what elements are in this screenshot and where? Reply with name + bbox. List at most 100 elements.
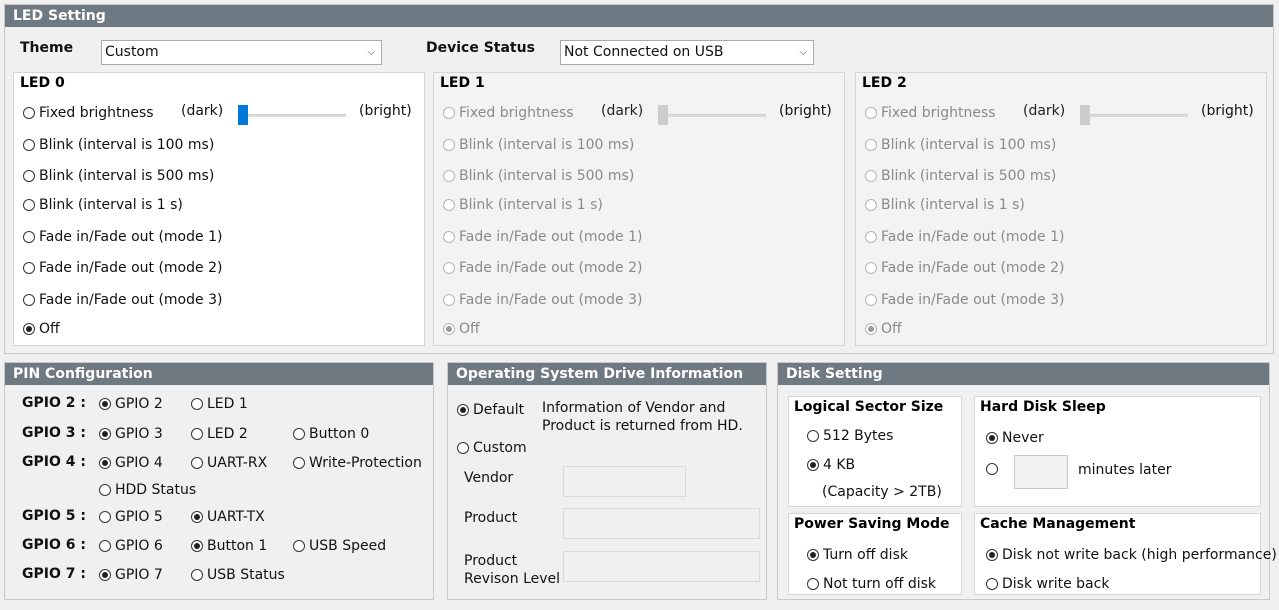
led-0-option-radio[interactable]: Fixed brightness bbox=[23, 105, 154, 121]
gpio-option-radio[interactable]: GPIO 7 bbox=[99, 567, 163, 583]
capacity-note: (Capacity > 2TB) bbox=[822, 484, 942, 500]
device-status-select-value: Not Connected on USB bbox=[564, 44, 724, 60]
radio-indicator bbox=[865, 199, 877, 211]
turn-off-disk-radio[interactable]: Turn off disk bbox=[807, 547, 908, 563]
gpio-option-radio[interactable]: GPIO 5 bbox=[99, 509, 163, 525]
led-option-label: Fade in/Fade out (mode 1) bbox=[459, 229, 643, 245]
radio-indicator bbox=[807, 459, 819, 471]
radio-indicator bbox=[457, 404, 469, 416]
led-1-option-radio: Fade in/Fade out (mode 2) bbox=[443, 260, 642, 276]
os-drive-panel: Operating System Drive Information Defau… bbox=[447, 362, 767, 600]
led-0-option-radio[interactable]: Fade in/Fade out (mode 3) bbox=[23, 292, 222, 308]
gpio-option-label: LED 2 bbox=[207, 426, 248, 442]
default-radio[interactable]: Default bbox=[457, 402, 524, 418]
radio-indicator bbox=[99, 511, 111, 523]
vendor-input[interactable] bbox=[563, 466, 686, 497]
sleep-minutes-input[interactable] bbox=[1014, 455, 1068, 489]
led-option-label: Blink (interval is 100 ms) bbox=[881, 137, 1057, 153]
led-setting-title: LED Setting bbox=[5, 5, 1273, 27]
device-status-label: Device Status bbox=[426, 40, 535, 56]
led-option-label: Blink (interval is 100 ms) bbox=[39, 137, 215, 153]
gpio-option-label: GPIO 2 bbox=[115, 396, 163, 412]
led-0-option-radio[interactable]: Blink (interval is 100 ms) bbox=[23, 137, 214, 153]
led-1-option-radio: Fixed brightness bbox=[443, 105, 574, 121]
radio-indicator bbox=[807, 430, 819, 442]
gpio-option-radio[interactable]: LED 1 bbox=[191, 396, 248, 412]
radio-indicator bbox=[99, 457, 111, 469]
brightness-slider-thumb[interactable] bbox=[238, 105, 248, 125]
radio-indicator bbox=[99, 540, 111, 552]
radio-indicator bbox=[23, 139, 35, 151]
led-1-group: LED 1 Fixed brightness Blink (interval is … bbox=[433, 72, 845, 346]
radio-indicator bbox=[191, 457, 203, 469]
gpio-option-radio[interactable]: UART-RX bbox=[191, 455, 267, 471]
radio-indicator bbox=[443, 323, 455, 335]
radio-indicator bbox=[23, 294, 35, 306]
pin-configuration-title: PIN Configuration bbox=[5, 363, 433, 385]
radio-indicator bbox=[191, 569, 203, 581]
default-description-line2: Product is returned from HD. bbox=[542, 418, 743, 434]
gpio-option-label: Button 1 bbox=[207, 538, 268, 554]
led-0-option-radio[interactable]: Fade in/Fade out (mode 1) bbox=[23, 229, 222, 245]
device-status-select[interactable]: Not Connected on USB ⌵ bbox=[560, 40, 814, 65]
gpio-option-label: GPIO 6 bbox=[115, 538, 163, 554]
led-0-option-radio[interactable]: Off bbox=[23, 321, 60, 337]
cache-management-group: Cache Management Disk not write back (hi… bbox=[974, 513, 1277, 595]
chevron-down-icon: ⌵ bbox=[367, 47, 375, 58]
gpio-option-radio[interactable]: LED 2 bbox=[191, 426, 248, 442]
led-option-label: Fade in/Fade out (mode 3) bbox=[881, 292, 1065, 308]
pin-configuration-panel: PIN Configuration GPIO 2 : GPIO 2 LED 1 GPI… bbox=[4, 362, 434, 600]
radio-indicator bbox=[23, 323, 35, 335]
sleep-never-radio[interactable]: Never bbox=[986, 430, 1044, 446]
gpio-option-radio[interactable]: Write-Protection bbox=[293, 455, 422, 471]
led-1-option-radio: Off bbox=[443, 321, 480, 337]
led-option-label: Fade in/Fade out (mode 1) bbox=[39, 229, 223, 245]
sector-4kb-radio[interactable]: 4 KB bbox=[807, 457, 855, 473]
gpio-option-radio[interactable]: GPIO 6 bbox=[99, 538, 163, 554]
radio-indicator bbox=[865, 107, 877, 119]
radio-indicator bbox=[986, 432, 998, 444]
not-turn-off-disk-radio[interactable]: Not turn off disk bbox=[807, 576, 936, 592]
revision-input[interactable] bbox=[563, 551, 760, 582]
product-input[interactable] bbox=[563, 508, 760, 539]
led-0-option-radio[interactable]: Blink (interval is 500 ms) bbox=[23, 168, 214, 184]
gpio-option-label: Write-Protection bbox=[309, 455, 422, 471]
gpio-option-radio[interactable]: Button 0 bbox=[293, 426, 369, 442]
gpio-option-radio[interactable]: UART-TX bbox=[191, 509, 265, 525]
gpio-option-radio[interactable]: GPIO 4 bbox=[99, 455, 163, 471]
gpio-option-radio[interactable]: GPIO 2 bbox=[99, 396, 163, 412]
power-saving-group: Power Saving Mode Turn off disk Not turn… bbox=[788, 513, 962, 595]
sector-512-label: 512 Bytes bbox=[823, 428, 894, 444]
led-0-option-radio[interactable]: Blink (interval is 1 s) bbox=[23, 197, 183, 213]
cache-management-title: Cache Management bbox=[980, 516, 1136, 532]
brightness-slider-track[interactable] bbox=[238, 114, 346, 117]
sector-512-radio[interactable]: 512 Bytes bbox=[807, 428, 893, 444]
radio-indicator bbox=[191, 540, 203, 552]
gpio-row-label: GPIO 5 : bbox=[22, 508, 86, 524]
gpio-option-radio[interactable]: HDD Status bbox=[99, 482, 196, 498]
radio-indicator bbox=[865, 139, 877, 151]
led-option-label: Blink (interval is 500 ms) bbox=[459, 168, 635, 184]
led-option-label: Fade in/Fade out (mode 3) bbox=[459, 292, 643, 308]
led-0-option-radio[interactable]: Fade in/Fade out (mode 2) bbox=[23, 260, 222, 276]
power-saving-title: Power Saving Mode bbox=[794, 516, 950, 532]
disk-not-write-back-radio[interactable]: Disk not write back (high performance) bbox=[986, 547, 1277, 563]
led-1-option-radio: Blink (interval is 1 s) bbox=[443, 197, 603, 213]
disk-write-back-radio[interactable]: Disk write back bbox=[986, 576, 1109, 592]
radio-indicator bbox=[293, 540, 305, 552]
led-option-label: Blink (interval is 1 s) bbox=[881, 197, 1025, 213]
led-option-label: Fade in/Fade out (mode 2) bbox=[881, 260, 1065, 276]
gpio-option-radio[interactable]: USB Speed bbox=[293, 538, 386, 554]
theme-select[interactable]: Custom ⌵ bbox=[101, 40, 382, 65]
gpio-option-radio[interactable]: GPIO 3 bbox=[99, 426, 163, 442]
led-2-group: LED 2 Fixed brightness Blink (interval is … bbox=[855, 72, 1267, 346]
gpio-option-radio[interactable]: USB Status bbox=[191, 567, 285, 583]
gpio-option-radio[interactable]: Button 1 bbox=[191, 538, 267, 554]
custom-radio-label: Custom bbox=[473, 440, 527, 456]
custom-radio[interactable]: Custom bbox=[457, 440, 527, 456]
product-label: Product bbox=[464, 510, 518, 526]
sleep-minutes-radio[interactable] bbox=[986, 463, 1002, 475]
led-option-label: Fixed brightness bbox=[459, 105, 574, 121]
radio-indicator bbox=[986, 578, 998, 590]
gpio-option-label: GPIO 4 bbox=[115, 455, 163, 471]
